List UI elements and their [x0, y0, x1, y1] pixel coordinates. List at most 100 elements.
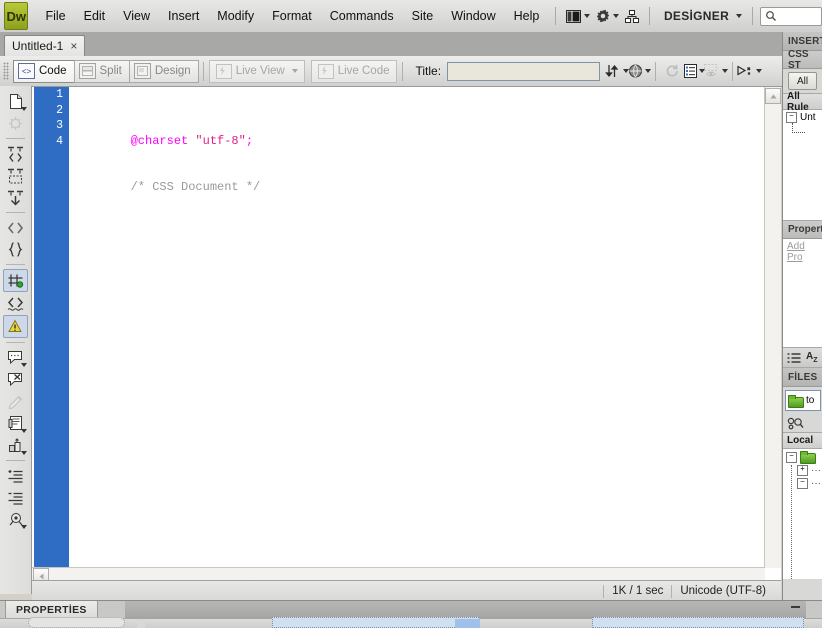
document-tab-bar: Untitled-1 ×	[0, 32, 822, 57]
open-documents-button[interactable]	[4, 91, 27, 112]
property-control-3[interactable]	[272, 617, 479, 628]
document-tab-untitled-1[interactable]: Untitled-1 ×	[4, 35, 86, 56]
all-rules-button[interactable]: All	[788, 72, 818, 90]
code-view-button[interactable]: <> Code	[13, 59, 75, 83]
files-panel-tab[interactable]: FİLES	[783, 368, 822, 387]
expand-all-button[interactable]	[4, 187, 27, 208]
document-size-time: 1K / 1 sec	[603, 584, 671, 598]
site-map-button[interactable]	[622, 8, 642, 25]
menu-file[interactable]: File	[36, 5, 74, 27]
toolbar-grip[interactable]	[3, 62, 9, 80]
code-navigator-button[interactable]	[4, 113, 27, 134]
scroll-up-button[interactable]	[765, 88, 781, 104]
menu-modify[interactable]: Modify	[208, 5, 263, 27]
page-title-input[interactable]	[447, 61, 601, 81]
line-numbers-button[interactable]	[3, 269, 28, 292]
highlight-invalid-code-button[interactable]	[4, 293, 27, 314]
css-at-rule-token: @charset	[130, 133, 196, 148]
tree-connector	[792, 123, 805, 133]
local-files-column-header: Local	[783, 432, 822, 449]
balance-braces-button[interactable]	[4, 239, 27, 260]
live-view-button[interactable]: Live View	[208, 59, 305, 83]
indent-code-icon	[7, 469, 24, 483]
properties-section-header[interactable]: Propert	[783, 221, 822, 239]
apply-comment-button[interactable]	[4, 347, 27, 368]
highlight-invalid-code-icon	[7, 296, 24, 311]
code-editor[interactable]: 1 2 3 4 @charset "utf-8"; /* CSS Documen…	[32, 86, 781, 591]
menu-edit[interactable]: Edit	[75, 5, 115, 27]
properties-view-toggles: AZ	[783, 348, 822, 368]
preview-in-browser-button[interactable]	[628, 60, 651, 82]
outdent-code-button[interactable]	[4, 487, 27, 508]
menu-commands[interactable]: Commands	[321, 5, 403, 27]
collapse-icon[interactable]: −	[786, 451, 797, 463]
file-management-button[interactable]	[605, 60, 630, 82]
collapse-icon[interactable]: −	[786, 112, 797, 123]
chevron-down-icon[interactable]	[291, 69, 298, 73]
menu-insert[interactable]: Insert	[159, 5, 208, 27]
workspace-switcher[interactable]: DESİGNER	[657, 7, 745, 25]
document-encoding[interactable]: Unicode (UTF-8)	[671, 584, 774, 598]
select-parent-tag-icon	[7, 221, 24, 235]
syntax-error-alerts-button[interactable]	[3, 315, 28, 338]
property-control-5[interactable]	[592, 617, 804, 628]
split-view-button[interactable]: Split	[73, 59, 130, 83]
live-view-options-button[interactable]	[736, 60, 762, 82]
workspace-label: DESİGNER	[663, 9, 730, 23]
design-view-icon	[133, 63, 151, 79]
view-options-button[interactable]	[683, 60, 706, 82]
close-icon[interactable]: ×	[70, 40, 77, 52]
visual-aids-icon	[704, 64, 721, 78]
category-view-icon[interactable]	[787, 352, 801, 364]
recent-snippets-button[interactable]	[4, 413, 27, 434]
property-control-2[interactable]	[137, 619, 145, 628]
add-property-link[interactable]: Add Pro	[783, 239, 822, 263]
connect-to-remote-host-icon[interactable]	[787, 417, 804, 430]
collapse-panel-icon[interactable]	[791, 606, 800, 608]
collapse-icon[interactable]: −	[797, 478, 808, 489]
menu-window[interactable]: Window	[442, 5, 504, 27]
property-control-4[interactable]	[455, 619, 480, 628]
menu-site[interactable]: Site	[403, 5, 443, 27]
css-rules-list[interactable]: − Unt	[783, 110, 822, 221]
layout-switcher-button[interactable]	[563, 8, 593, 25]
wrap-tag-button[interactable]	[4, 391, 27, 412]
menubar-divider-2	[649, 7, 650, 25]
collapse-selection-button[interactable]	[4, 165, 27, 186]
menu-help[interactable]: Help	[505, 5, 549, 27]
chevron-down-icon	[644, 69, 651, 73]
code-text-area[interactable]: @charset "utf-8"; /* CSS Document */	[69, 87, 764, 567]
chevron-down-icon	[21, 525, 27, 529]
css-properties-area[interactable]: Add Pro	[783, 239, 822, 348]
chevron-down-icon	[21, 429, 27, 433]
property-control-1[interactable]	[28, 617, 125, 628]
format-source-code-button[interactable]	[4, 509, 27, 530]
line-number-gutter: 1 2 3 4	[34, 87, 69, 567]
expand-icon[interactable]: +	[797, 465, 808, 476]
site-selector-dropdown[interactable]: to	[785, 390, 821, 411]
files-tree-child-2[interactable]: − ···	[783, 476, 822, 489]
collapse-full-tag-button[interactable]	[4, 143, 27, 164]
refresh-button[interactable]	[661, 60, 683, 82]
alphabetical-view-icon[interactable]: AZ	[806, 351, 818, 364]
files-tree[interactable]: − + ··· − ···	[783, 449, 822, 579]
css-styles-panel-header[interactable]: CSS ST	[783, 49, 822, 71]
design-view-label: Design	[154, 65, 191, 77]
design-view-button[interactable]: Design	[128, 59, 199, 83]
remove-comment-button[interactable]	[4, 369, 27, 390]
files-tree-child-1[interactable]: + ···	[783, 463, 822, 476]
outdent-code-icon	[7, 491, 24, 505]
editor-vertical-scrollbar[interactable]	[764, 87, 781, 568]
chevron-down-icon	[613, 14, 620, 18]
visual-aids-button[interactable]	[704, 60, 729, 82]
search-input[interactable]	[759, 6, 822, 26]
indent-code-button[interactable]	[4, 465, 27, 486]
move-css-rules-button[interactable]	[4, 435, 27, 456]
select-parent-tag-button[interactable]	[4, 217, 27, 238]
live-code-button[interactable]: Live Code	[310, 59, 397, 83]
extend-dreamweaver-button[interactable]	[593, 7, 622, 25]
files-tree-root[interactable]: −	[783, 449, 822, 464]
properties-panel-label: PROPERTİES	[16, 603, 87, 616]
menu-format[interactable]: Format	[263, 5, 321, 27]
menu-view[interactable]: View	[114, 5, 159, 27]
